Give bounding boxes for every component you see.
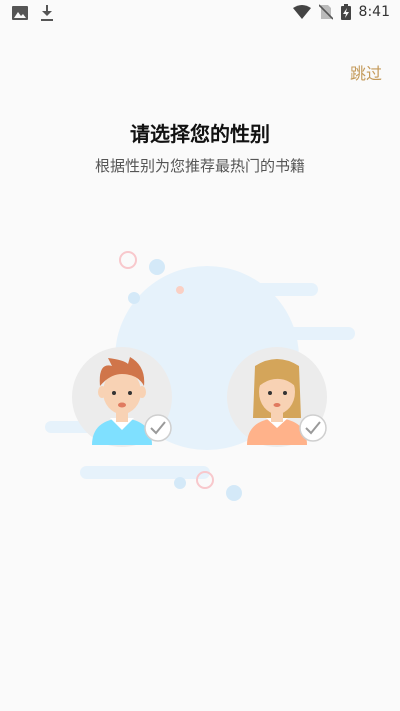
male-check-icon [144,414,172,442]
download-icon [41,5,53,21]
decor-dot [174,477,186,489]
decor-ring [119,251,137,269]
battery-charging-icon [340,4,351,20]
no-sim-icon [318,4,333,20]
female-option[interactable] [227,347,327,447]
decor-dot [128,292,140,304]
decor-dot [176,286,184,294]
wifi-icon [292,5,311,19]
decor-dot [149,259,165,275]
status-bar: 8:41 [0,0,400,28]
gender-illustration [45,251,355,501]
decor-dot [226,485,242,501]
skip-button[interactable]: 跳过 [350,60,382,84]
status-time: 8:41 [358,4,390,20]
page-subtitle: 根据性别为您推荐最热门的书籍 [94,157,305,175]
streak [255,327,355,340]
streak [248,283,318,296]
girl-avatar-icon [247,359,307,445]
page-title: 请选择您的性别 [130,122,270,146]
streak [80,466,210,479]
image-icon [12,6,28,20]
female-check-icon [299,414,327,442]
male-option[interactable] [72,347,172,447]
